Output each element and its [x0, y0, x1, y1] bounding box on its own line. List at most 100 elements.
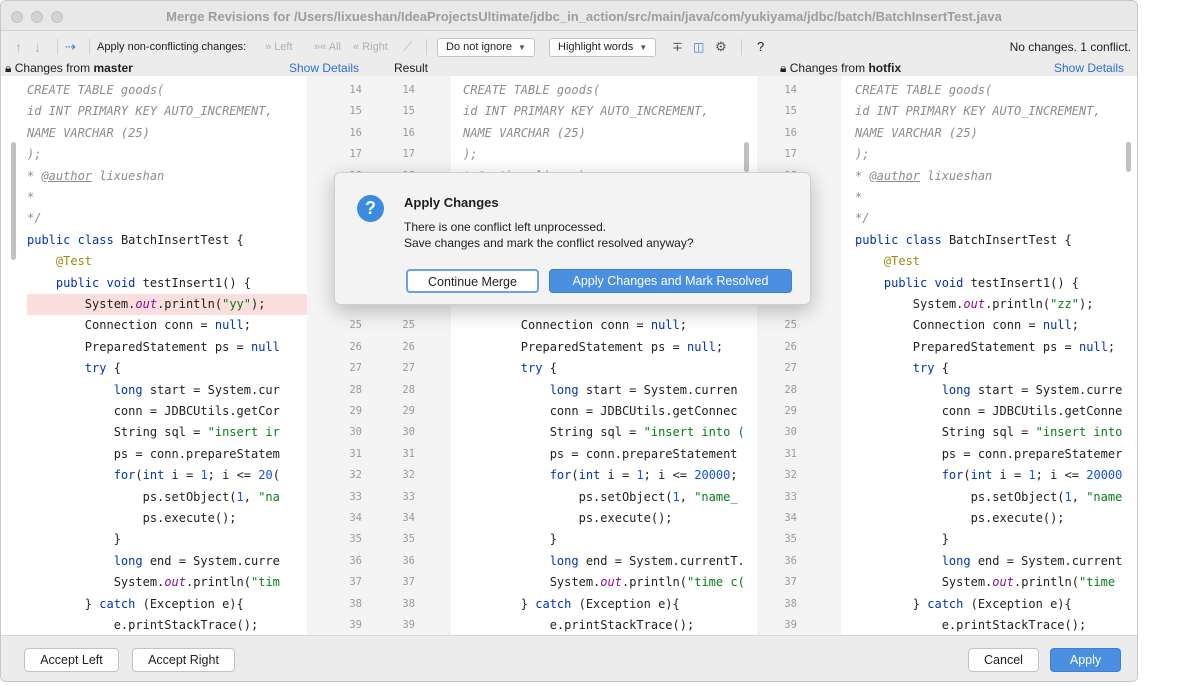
line-number: 31	[784, 447, 797, 460]
result-scrollbar[interactable]	[744, 142, 749, 172]
line-number: 30	[784, 426, 797, 439]
code-line: for(int i = 1; i <= 20000;	[549, 468, 738, 483]
right-show-details-link[interactable]: Show Details	[1054, 61, 1124, 76]
code-line: long end = System.current	[941, 553, 1123, 568]
question-icon: ?	[357, 195, 384, 222]
double-chevron-left-icon: «	[353, 41, 360, 53]
code-line: */	[855, 211, 870, 226]
code-line: ps.execute();	[855, 511, 1065, 525]
result-editor[interactable]: CREATE TABLE goods(id INT PRIMARY KEY AU…	[451, 76, 757, 635]
line-number: 17	[402, 148, 415, 161]
code-line: long start = System.cur	[113, 382, 280, 397]
line-number: 38	[784, 597, 797, 610]
apply-left-button[interactable]: » Left	[265, 32, 293, 62]
accept-left-button[interactable]: Accept Left	[24, 648, 119, 672]
dropdown-caret-icon: ▼	[518, 43, 526, 52]
line-number: 27	[784, 362, 797, 375]
cancel-button[interactable]: Cancel	[968, 648, 1039, 672]
code-line: CREATE TABLE goods(	[855, 83, 993, 97]
line-number: 36	[784, 554, 797, 567]
left-pane-header: 🔒︎ Changes from master	[5, 61, 133, 76]
line-number: 37	[349, 576, 362, 589]
accept-right-button[interactable]: Accept Right	[132, 648, 235, 672]
left-editor[interactable]: CREATE TABLE goods(id INT PRIMARY KEY AU…	[1, 76, 307, 635]
magic-wand-icon[interactable]: ⟋	[403, 32, 412, 62]
line-number: 31	[349, 447, 362, 460]
line-number: 17	[349, 148, 362, 161]
line-number: 16	[402, 126, 415, 139]
left-branch-name: master	[93, 61, 133, 75]
highlight-dropdown-value: Highlight words	[558, 41, 634, 53]
code-line: ps.setObject(1, "name_	[463, 489, 738, 504]
left-show-details-link[interactable]: Show Details	[289, 61, 359, 76]
line-number: 34	[784, 512, 797, 524]
center-gutter-left: 1415161718252627282930313233343536373839…	[307, 76, 451, 635]
help-button[interactable]: ?	[757, 32, 764, 62]
code-line: System.out.println("time c(	[463, 575, 745, 590]
code-line: @Test	[55, 254, 93, 269]
code-line: long start = System.curre	[941, 382, 1123, 397]
continue-merge-button[interactable]: Continue Merge	[406, 269, 539, 293]
code-line: String sql = "insert ir	[27, 425, 280, 440]
line-number: 30	[402, 426, 415, 439]
line-number: 39	[402, 619, 415, 631]
code-line: NAME VARCHAR (25)	[855, 125, 978, 140]
line-number: 15	[784, 105, 797, 118]
code-line: ps = conn.prepareStatem	[27, 446, 280, 461]
code-line: conn = JDBCUtils.getConne	[855, 404, 1123, 418]
result-pane-header: Result	[394, 61, 429, 75]
magic-resolve-icon[interactable]: ⇢	[65, 32, 76, 62]
code-line: */	[27, 211, 42, 226]
code-line: public class BatchInsertTest {	[27, 232, 244, 247]
right-editor[interactable]: CREATE TABLE goods( id INT PRIMARY KEY AU…	[841, 76, 1137, 635]
code-line: *	[27, 190, 35, 204]
window-title: Merge Revisions for /Users/lixueshan/Ide…	[166, 9, 1002, 24]
code-line: System.out.println("tim	[27, 575, 280, 590]
line-number: 17	[784, 148, 797, 161]
right-branch-name: hotfix	[868, 61, 902, 75]
right-pane-header: 🔒︎ Changes from hotfix	[780, 61, 901, 76]
next-difference-icon[interactable]: ↓	[34, 32, 41, 62]
apply-all-button[interactable]: »« All	[314, 32, 341, 62]
line-number: 32	[784, 469, 797, 482]
code-line: Connection conn = null;	[463, 318, 687, 333]
line-number: 27	[349, 362, 362, 375]
settings-gear-icon[interactable]: ⚙	[715, 32, 727, 62]
code-line: PreparedStatement ps = null;	[855, 339, 1116, 354]
line-number: 14	[402, 84, 415, 96]
toolbar-divider	[89, 39, 90, 55]
code-line: try {	[520, 361, 557, 376]
line-number: 26	[402, 340, 415, 353]
collapse-unchanged-icon[interactable]: ∓	[672, 32, 683, 62]
apply-changes-dialog: ? Apply Changes There is one conflict le…	[334, 172, 811, 305]
code-line: *	[855, 190, 863, 204]
code-line: String sql = "insert into	[855, 425, 1123, 440]
highlight-mode-dropdown[interactable]: Highlight words ▼	[549, 38, 657, 57]
apply-right-label: Right	[362, 41, 388, 53]
line-number: 35	[784, 533, 797, 546]
apply-button[interactable]: Apply	[1050, 648, 1121, 672]
code-line: try {	[84, 361, 121, 376]
sync-scroll-icon[interactable]: ◫	[693, 32, 704, 62]
code-line: public void testInsert1() {	[55, 275, 251, 290]
code-line: id INT PRIMARY KEY AUTO_INCREMENT,	[855, 104, 1101, 119]
apply-right-button[interactable]: « Right	[353, 32, 388, 62]
apply-non-conflicting-label: Apply non-conflicting changes:	[97, 41, 247, 53]
line-number: 29	[349, 405, 362, 417]
line-number: 30	[349, 426, 362, 439]
code-line: for(int i = 1; i <= 20(	[113, 468, 280, 483]
code-line: * @author lixueshan	[855, 168, 993, 183]
previous-difference-icon[interactable]: ↑	[15, 32, 22, 62]
ignore-whitespace-dropdown[interactable]: Do not ignore ▼	[437, 38, 535, 57]
left-scrollbar[interactable]	[11, 142, 16, 260]
right-scrollbar[interactable]	[1126, 142, 1131, 172]
line-number: 15	[402, 105, 415, 118]
line-number: 25	[349, 319, 362, 332]
apply-and-mark-resolved-button[interactable]: Apply Changes and Mark Resolved	[549, 269, 792, 293]
line-number: 37	[402, 576, 415, 589]
code-line: String sql = "insert into (	[463, 425, 745, 440]
code-line: );	[27, 147, 42, 162]
lock-icon: 🔒︎	[780, 61, 787, 75]
line-number: 32	[402, 469, 415, 482]
code-line: e.printStackTrace();	[463, 618, 695, 632]
